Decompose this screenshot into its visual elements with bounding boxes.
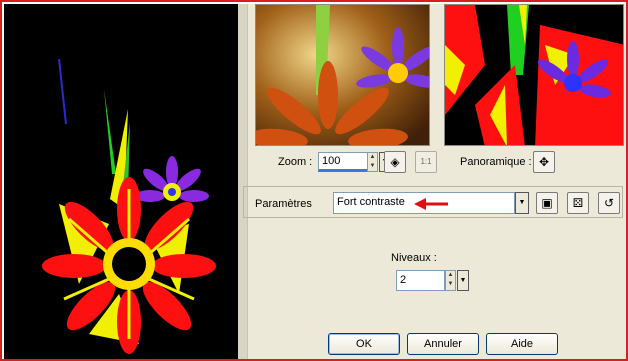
- dice-icon: ⚄: [572, 196, 584, 210]
- pan-label: Panoramique :: [460, 156, 532, 168]
- actual-size-icon: 1:1: [420, 157, 432, 166]
- spin-down-icon[interactable]: ▼: [368, 162, 377, 171]
- fit-to-window-button[interactable]: ◈: [384, 151, 406, 173]
- pan-button[interactable]: ✥: [533, 151, 555, 173]
- dialog-divider: [238, 4, 248, 359]
- save-preset-button[interactable]: ▣: [536, 192, 558, 214]
- reset-icon: ↺: [603, 196, 615, 210]
- spin-up-icon[interactable]: ▲: [368, 153, 377, 162]
- preset-value: Fort contraste: [337, 196, 405, 208]
- save-disk-icon: ▣: [541, 196, 553, 210]
- original-flower-image: [256, 5, 429, 145]
- chevron-down-icon: ▼: [518, 199, 526, 206]
- cancel-button[interactable]: Annuler: [407, 333, 479, 355]
- flower-posterized-image: [4, 4, 238, 359]
- help-button[interactable]: Aide: [486, 333, 558, 355]
- large-preview-image: [4, 4, 238, 359]
- result-preview-thumbnail: [444, 4, 624, 146]
- zoom-spinner[interactable]: ▲ ▼: [367, 152, 378, 172]
- ok-button[interactable]: OK: [328, 333, 400, 355]
- levels-label: Niveaux :: [391, 252, 437, 264]
- actual-size-button[interactable]: 1:1: [415, 151, 437, 173]
- fit-to-window-icon: ◈: [390, 155, 400, 169]
- spin-up-icon[interactable]: ▲: [446, 271, 455, 280]
- settings-label: Paramètres: [255, 198, 312, 210]
- posterize-dialog: Zoom : 100 ▲ ▼ ▼ ◈ 1:1 Panoramique : ✥ P…: [238, 4, 626, 359]
- posterized-flower-image: [445, 5, 623, 145]
- preset-select[interactable]: Fort contraste: [333, 192, 515, 214]
- reset-button[interactable]: ↺: [598, 192, 620, 214]
- randomize-button[interactable]: ⚄: [567, 192, 589, 214]
- preset-dropdown-button[interactable]: ▼: [515, 192, 529, 214]
- red-arrow-icon: [414, 198, 448, 210]
- levels-input[interactable]: 2: [396, 270, 445, 291]
- screenshot-frame: Zoom : 100 ▲ ▼ ▼ ◈ 1:1 Panoramique : ✥ P…: [0, 0, 628, 361]
- pan-move-icon: ✥: [538, 155, 550, 169]
- chevron-down-icon: ▼: [459, 277, 467, 284]
- spin-down-icon[interactable]: ▼: [446, 280, 455, 289]
- levels-spinner[interactable]: ▲ ▼: [445, 270, 456, 291]
- zoom-input[interactable]: 100: [318, 152, 368, 172]
- zoom-label: Zoom :: [278, 156, 313, 168]
- levels-dropdown-button[interactable]: ▼: [457, 270, 469, 291]
- original-preview-thumbnail: [255, 4, 430, 146]
